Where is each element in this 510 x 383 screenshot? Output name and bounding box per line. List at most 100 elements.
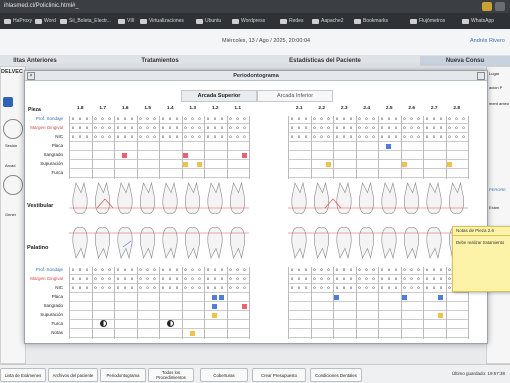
bookmark-item[interactable]: WhatsApp xyxy=(462,17,494,25)
tab-estadisticas[interactable]: Estadísticas del Paciente xyxy=(250,56,400,66)
tooth-shape[interactable] xyxy=(162,181,178,214)
bottom-toolbar: Lista de Exámenes Archivos del paciente … xyxy=(0,364,510,383)
bookmark-item[interactable]: Bookmarks xyxy=(354,17,388,25)
folder-icon xyxy=(312,18,319,24)
tooth-shape[interactable] xyxy=(291,227,307,260)
bookmark-item[interactable]: HaProxy xyxy=(4,17,32,25)
user-name[interactable]: Andrés Rivero xyxy=(470,38,505,44)
folder-icon xyxy=(140,18,147,24)
tooth-shape[interactable] xyxy=(336,227,352,260)
bookmark-item[interactable]: VIII xyxy=(118,17,135,25)
bookmark-label: Ubuntu xyxy=(205,18,222,24)
tooth-shape[interactable] xyxy=(449,181,464,214)
folder-icon xyxy=(462,18,469,24)
folder-icon xyxy=(354,18,361,24)
tab-consultas-anteriores[interactable]: lltas Anteriores xyxy=(0,56,70,66)
tooth-shape[interactable] xyxy=(336,181,352,214)
bookmark-item[interactable]: Sii_Boleta_Electr... xyxy=(60,17,111,25)
note-title: Notas de Pieza 2.6 xyxy=(456,228,495,233)
left-tab-label: DELVEC xyxy=(1,69,23,75)
main-tabs: lltas Anteriores Tratamientos Estadístic… xyxy=(0,55,510,66)
app-header: Miércoles, 13 / Ago / 2025, 20:00:04 And… xyxy=(0,29,510,56)
folder-icon xyxy=(232,18,239,24)
folder-icon xyxy=(60,18,67,24)
tooth-shape[interactable] xyxy=(404,181,419,214)
tooth-shape[interactable] xyxy=(140,227,155,260)
folder-icon xyxy=(280,18,287,24)
left-panel: DELVEC Sesión Arcad Gener xyxy=(0,66,26,364)
dental-conditions-button[interactable]: Condiciones Dentales xyxy=(310,368,362,382)
teeth-diagram[interactable] xyxy=(25,71,487,343)
tooth-note[interactable]: Notas de Pieza 2.6 Debe realizar tratami… xyxy=(452,226,510,292)
bookmarks-bar: HaProxy Word Sii_Boleta_Electr... VIII Virtu… xyxy=(0,13,510,29)
bookmark-item[interactable]: Redes xyxy=(280,17,303,25)
folder-icon xyxy=(4,18,11,24)
bookmark-label: Redes xyxy=(289,18,304,24)
tooth-shape[interactable] xyxy=(426,227,442,260)
url-text[interactable]: ihlasmed.cl/Policlinic.html#_ xyxy=(4,3,79,9)
bookmark-item[interactable]: Virtualizaciones xyxy=(140,17,184,25)
tooth-shape[interactable] xyxy=(207,227,223,260)
save-status: Último guardado: 19:57:38 xyxy=(452,371,506,376)
periodontogram-dialog: Periodontograma × Arcada Superior Arcada… xyxy=(24,70,488,344)
tooth-shape[interactable] xyxy=(185,227,200,260)
tooth-shape[interactable] xyxy=(381,227,397,260)
tooth-shape[interactable] xyxy=(162,227,178,260)
folder-icon xyxy=(410,18,417,24)
bookmark-item[interactable]: Word xyxy=(35,17,56,25)
right-label-3: ment anteo xyxy=(489,101,510,106)
tooth-shape[interactable] xyxy=(381,181,397,214)
left-label-general: Gener xyxy=(5,212,17,217)
menu-icon[interactable] xyxy=(495,2,505,11)
periodontogram-button[interactable]: Periodontograma xyxy=(100,368,146,382)
tooth-shape[interactable] xyxy=(359,181,374,214)
note-body[interactable]: Debe realizar tratamiento xyxy=(456,240,508,245)
tooth-shape[interactable] xyxy=(404,227,419,260)
right-label-5: Exám xyxy=(489,205,500,210)
bookmark-label: Bookmarks xyxy=(363,18,389,24)
tooth-shape[interactable] xyxy=(140,181,155,214)
tooth-shape[interactable] xyxy=(359,227,374,260)
tooth-shape[interactable] xyxy=(117,181,133,214)
bookmark-label: WhatsApp xyxy=(471,18,495,24)
extension-icon[interactable] xyxy=(482,2,492,11)
bookmark-item[interactable]: Ubuntu xyxy=(196,17,221,25)
left-label-arcada: Arcad xyxy=(5,163,16,168)
bookmark-label: Wordpress xyxy=(241,18,266,24)
tooth-shape[interactable] xyxy=(207,181,223,214)
folder-icon xyxy=(196,18,203,24)
tab-tratamientos[interactable]: Tratamientos xyxy=(90,56,230,66)
create-budget-button[interactable]: Crear Presupuesto xyxy=(252,368,306,382)
bookmark-label: Virtualizaciones xyxy=(149,18,184,24)
tooth-shape[interactable] xyxy=(426,181,442,214)
bookmark-label: Flujómetros xyxy=(419,18,446,24)
tooth-shape[interactable] xyxy=(185,181,200,214)
folder-icon xyxy=(35,18,42,24)
tooth-shape[interactable] xyxy=(72,181,88,214)
bookmark-label: Aapache2 xyxy=(321,18,344,24)
tooth-shape[interactable] xyxy=(95,181,110,214)
all-procedures-button[interactable]: Todos los Procedimientos xyxy=(148,368,194,382)
tooth-shape[interactable] xyxy=(314,181,329,214)
current-date: Miércoles, 13 / Ago / 2025, 20:00:04 xyxy=(222,38,311,44)
browser-url-bar[interactable]: ihlasmed.cl/Policlinic.html#_ xyxy=(0,0,510,13)
bookmark-item[interactable]: Aapache2 xyxy=(312,17,344,25)
tooth-shape[interactable] xyxy=(72,227,88,260)
bookmark-label: VIII xyxy=(127,18,135,24)
tab-nueva-consulta[interactable]: Nueva Consu xyxy=(420,56,510,66)
search-icon[interactable] xyxy=(3,97,13,107)
bookmark-item[interactable]: Flujómetros xyxy=(410,17,445,25)
bookmark-label: Sii_Boleta_Electr... xyxy=(69,18,111,24)
right-label-2: ación P xyxy=(489,85,503,90)
folder-icon xyxy=(118,18,125,24)
patient-files-button[interactable]: Archivos del paciente xyxy=(48,368,98,382)
coverage-button[interactable]: Coberturas xyxy=(200,368,248,382)
tooth-shape[interactable] xyxy=(314,227,329,260)
bookmark-item[interactable]: Wordpress xyxy=(232,17,265,25)
tooth-shape[interactable] xyxy=(117,227,133,260)
tooth-shape[interactable] xyxy=(291,181,307,214)
tooth-shape[interactable] xyxy=(95,227,110,260)
tooth-shape[interactable] xyxy=(230,227,245,260)
exam-list-button[interactable]: Lista de Exámenes xyxy=(0,368,46,382)
tooth-shape[interactable] xyxy=(230,181,245,214)
